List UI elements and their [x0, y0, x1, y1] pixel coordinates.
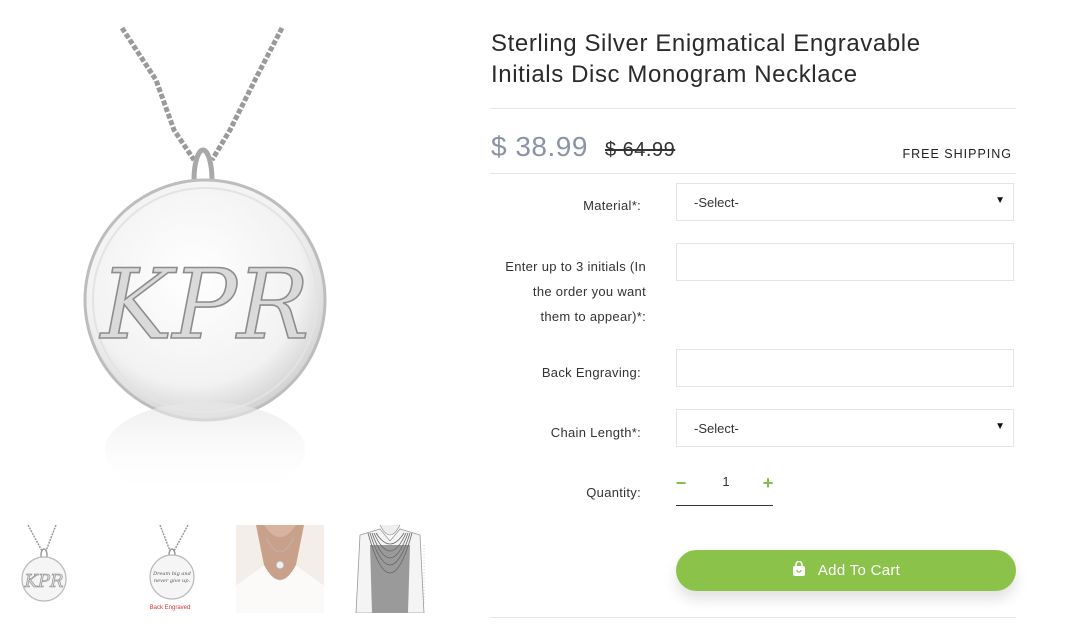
chain-length-select[interactable]: -Select- ▼ — [676, 409, 1014, 447]
thumbnail-chain-length-chart[interactable] — [346, 525, 434, 613]
price-row: $ 38.99 $ 64.99 FREE SHIPPING — [490, 109, 1016, 173]
back-engraved-caption: Back Engraved — [149, 605, 191, 611]
free-shipping-badge: FREE SHIPPING — [902, 147, 1012, 161]
chain-length-label: Chain Length*: — [550, 425, 641, 440]
initials-input[interactable] — [676, 243, 1014, 281]
price-divider — [490, 173, 1016, 174]
product-info-panel: Sterling Silver Enigmatical Engravable I… — [490, 0, 1016, 618]
material-label: Material*: — [583, 198, 641, 213]
product-title: Sterling Silver Enigmatical Engravable I… — [491, 28, 1016, 90]
main-monogram-text: KPR — [99, 249, 310, 361]
svg-text:KPR: KPR — [23, 571, 63, 592]
chain-length-select-value: -Select- — [694, 421, 739, 436]
bottom-divider — [490, 617, 1016, 618]
necklace-illustration: KPR — [83, 26, 327, 498]
quantity-label: Quantity: — [586, 485, 641, 500]
product-title-line1: Sterling Silver Enigmatical Engravable — [491, 30, 921, 57]
product-title-line2: Initials Disc Monogram Necklace — [491, 61, 858, 88]
thumbnail-model-photo[interactable] — [236, 525, 324, 613]
dropdown-arrow-icon: ▼ — [995, 195, 1005, 206]
add-to-cart-button[interactable]: Add To Cart — [676, 550, 1016, 591]
back-engraving-label: Back Engraving: — [541, 365, 641, 380]
thumbnail-strip: KPR Dream big and never give up. Back En… — [16, 525, 456, 613]
svg-text:Dream big and: Dream big and — [152, 571, 191, 577]
original-price: $ 64.99 — [605, 139, 676, 161]
quantity-stepper: − 1 + — [676, 471, 773, 506]
add-to-cart-label: Add To Cart — [817, 562, 901, 579]
shopping-bag-icon — [792, 560, 806, 580]
material-select[interactable]: -Select- ▼ — [676, 183, 1014, 221]
thumbnail-back-disc[interactable]: Dream big and never give up. Back Engrav… — [126, 525, 214, 613]
initials-label: Enter up to 3 initials (In the order you… — [505, 259, 646, 324]
material-select-value: -Select- — [694, 195, 739, 210]
main-product-image[interactable]: KPR — [70, 20, 350, 500]
sale-price: $ 38.99 — [491, 131, 588, 162]
product-gallery: KPR KPR Dream big and never give up. Bac… — [0, 0, 460, 629]
dropdown-arrow-icon: ▼ — [995, 421, 1005, 432]
thumbnail-front-disc[interactable]: KPR — [16, 525, 104, 613]
quantity-increase-button[interactable]: + — [758, 473, 778, 493]
svg-text:never give up.: never give up. — [154, 578, 191, 584]
back-engraving-input[interactable] — [676, 349, 1014, 387]
quantity-value[interactable]: 1 — [716, 474, 736, 489]
quantity-decrease-button[interactable]: − — [671, 473, 691, 493]
